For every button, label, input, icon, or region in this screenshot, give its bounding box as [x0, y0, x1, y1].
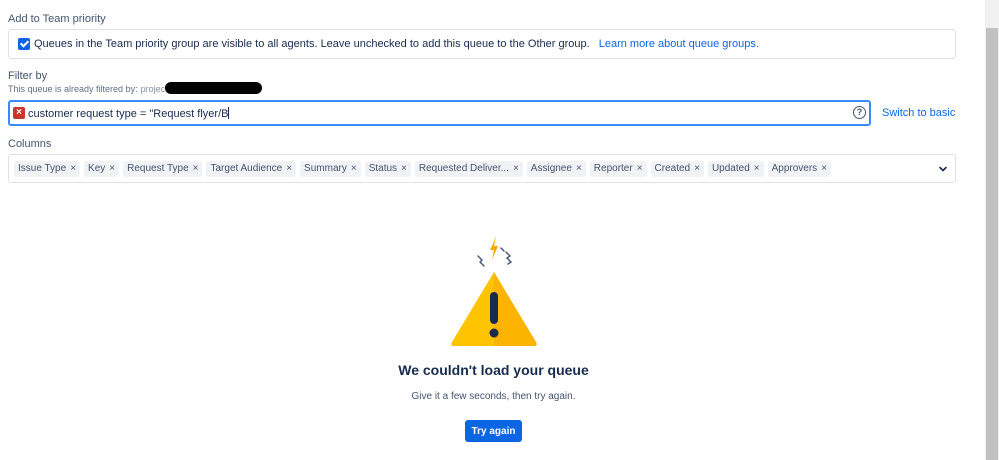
column-chip-label: Approvers	[771, 163, 818, 174]
error-title: We couldn't load your queue	[398, 362, 589, 378]
remove-column-icon[interactable]: ×	[576, 161, 582, 177]
column-chip[interactable]: Request Type ×	[123, 161, 203, 177]
remove-column-icon[interactable]: ×	[401, 161, 407, 177]
jql-query-text[interactable]: customer request type = "Request flyer/B	[28, 107, 230, 120]
column-chip[interactable]: Key ×	[84, 161, 120, 177]
remove-column-icon[interactable]: ×	[637, 161, 643, 177]
remove-column-icon[interactable]: ×	[193, 161, 199, 177]
scrollbar-thumb[interactable]	[986, 28, 998, 460]
column-chip-label: Target Audience	[210, 163, 283, 174]
column-chip-label: Created	[654, 163, 691, 174]
column-chip[interactable]: Issue Type ×	[14, 161, 81, 177]
column-chip[interactable]: Updated ×	[707, 161, 764, 177]
remove-column-icon[interactable]: ×	[513, 161, 519, 177]
jql-input[interactable]: × customer request type = "Request flyer…	[8, 100, 871, 126]
try-again-button[interactable]: Try again	[465, 420, 522, 442]
error-x-icon: ×	[13, 107, 25, 119]
column-chip[interactable]: Approvers ×	[767, 161, 832, 177]
column-chip-label: Key	[88, 163, 106, 174]
filter-heading: Filter by	[8, 70, 48, 82]
remove-column-icon[interactable]: ×	[286, 161, 292, 177]
team-priority-checkbox[interactable]	[18, 38, 30, 50]
columns-heading: Columns	[8, 138, 52, 150]
remove-column-icon[interactable]: ×	[70, 161, 76, 177]
column-chip[interactable]: Summary ×	[300, 161, 361, 177]
column-chip-label: Request Type	[127, 163, 189, 174]
column-chip-label: Assignee	[530, 163, 572, 174]
remove-column-icon[interactable]: ×	[109, 161, 115, 177]
chevron-down-icon[interactable]	[937, 163, 949, 175]
team-priority-heading: Add to Team priority	[8, 13, 106, 25]
jql-value: customer request type = "Request flyer/B	[28, 108, 229, 120]
column-chip[interactable]: Target Audience ×	[206, 161, 297, 177]
columns-select[interactable]: Issue Type × Key × Request Type × Target Audie…	[8, 154, 956, 183]
team-priority-box: Queues in the Team priority group are vi…	[8, 29, 956, 59]
column-chip-label: Updated	[711, 163, 750, 174]
already-filtered-note: This queue is already filtered by: projec…	[8, 84, 175, 94]
column-chip-label: Requested Deliver...	[418, 163, 509, 174]
column-chip[interactable]: Created ×	[650, 161, 704, 177]
text-caret	[228, 107, 230, 119]
remove-column-icon[interactable]: ×	[694, 161, 700, 177]
column-chip[interactable]: Reporter ×	[589, 161, 647, 177]
redacted-project	[165, 82, 262, 94]
column-chip-label: Summary	[304, 163, 347, 174]
already-filtered-text: This queue is already filtered by:	[8, 84, 138, 94]
column-chip[interactable]: Status ×	[364, 161, 411, 177]
column-chips: Issue Type × Key × Request Type × Target Audie…	[14, 161, 832, 177]
remove-column-icon[interactable]: ×	[754, 161, 760, 177]
remove-column-icon[interactable]: ×	[821, 161, 827, 177]
column-chip-label: Reporter	[593, 163, 633, 174]
warning-triangle-icon	[451, 236, 537, 346]
column-chip[interactable]: Requested Deliver... ×	[414, 161, 523, 177]
switch-to-basic-link[interactable]: Switch to basic	[882, 107, 955, 119]
column-chip-label: Status	[368, 163, 398, 174]
team-priority-text: Queues in the Team priority group are vi…	[34, 38, 590, 50]
learn-more-link[interactable]: Learn more about queue groups.	[599, 38, 759, 50]
question-circle-icon[interactable]: ?	[853, 106, 866, 119]
column-chip[interactable]: Assignee ×	[526, 161, 586, 177]
column-chip-label: Issue Type	[18, 163, 67, 174]
team-priority-description: Queues in the Team priority group are vi…	[34, 38, 759, 50]
remove-column-icon[interactable]: ×	[351, 161, 357, 177]
error-message: Give it a few seconds, then try again.	[411, 391, 576, 402]
